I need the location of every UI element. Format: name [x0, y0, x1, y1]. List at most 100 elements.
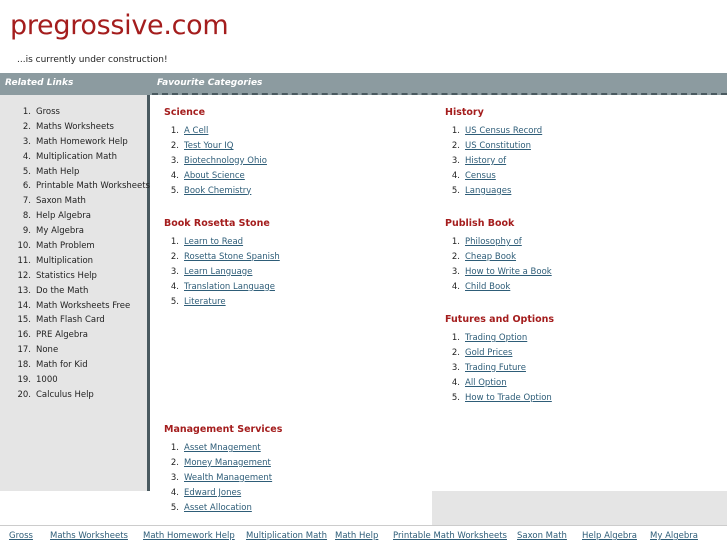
list-item-number: 3. — [170, 472, 179, 483]
category-link[interactable]: Rosetta Stone Spanish — [184, 252, 280, 262]
related-link[interactable]: My Algebra — [36, 226, 84, 236]
category-link[interactable]: US Constitution — [465, 141, 531, 151]
related-link[interactable]: Multiplication Math — [36, 152, 117, 162]
related-link[interactable]: 1000 — [36, 375, 58, 385]
related-link[interactable]: Math Problem — [36, 241, 95, 251]
list-item-number: 19. — [17, 375, 31, 386]
list-item-number: 1. — [22, 107, 31, 117]
related-link[interactable]: Statistics Help — [36, 271, 97, 281]
category-link[interactable]: Trading Future — [465, 363, 526, 373]
category-link[interactable]: How to Trade Option — [465, 393, 552, 403]
category-link[interactable]: Child Book — [465, 282, 510, 292]
list-item-number: 3. — [451, 362, 460, 373]
related-link[interactable]: Gross — [36, 107, 60, 117]
category-link[interactable]: About Science — [184, 171, 245, 181]
related-link[interactable]: Math for Kid — [36, 360, 88, 370]
category-link[interactable]: Cheap Book — [465, 252, 516, 262]
related-link[interactable]: Multiplication — [36, 256, 93, 266]
category-link[interactable]: Learn to Read — [184, 237, 243, 247]
list-item: 2. Gold Prices — [445, 346, 554, 361]
list-item: 6. Printable Math Worksheets — [0, 179, 150, 194]
related-link[interactable]: Calculus Help — [36, 390, 94, 400]
site-tagline: ...is currently under construction! — [17, 55, 168, 65]
list-item-number: 2. — [22, 121, 31, 132]
list-item-number: 11. — [17, 255, 31, 266]
related-link[interactable]: Math Flash Card — [36, 315, 105, 325]
list-item: 5. Asset Allocation — [164, 501, 282, 516]
category-link[interactable]: Census — [465, 171, 496, 181]
list-item: 10. Math Problem — [0, 239, 150, 254]
category-link[interactable]: Asset Allocation — [184, 503, 252, 513]
category-link[interactable]: US Census Record — [465, 126, 542, 136]
related-link[interactable]: Math Help — [36, 167, 79, 177]
list-item-number: 7. — [22, 196, 31, 207]
footer-link[interactable]: My Algebra — [650, 531, 698, 541]
footer-link[interactable]: Math Homework Help — [143, 531, 235, 541]
related-link[interactable]: None — [36, 345, 58, 355]
related-link[interactable]: PRE Algebra — [36, 330, 88, 340]
category-link[interactable]: Edward Jones — [184, 488, 241, 498]
footer-link[interactable]: Printable Math Worksheets — [393, 531, 507, 541]
category-link[interactable]: Asset Mnagement — [184, 443, 261, 453]
favourite-categories-heading: Favourite Categories — [157, 78, 263, 88]
footer-divider — [0, 525, 727, 526]
list-item: 2. Cheap Book — [445, 250, 552, 265]
category-link[interactable]: Gold Prices — [465, 348, 512, 358]
footer-link[interactable]: Math Help — [335, 531, 378, 541]
list-item: 1. US Census Record — [445, 124, 542, 139]
related-links-list: 1. Gross 2. Maths Worksheets 3. Math Homewo… — [0, 105, 150, 403]
category-link[interactable]: Translation Language — [184, 282, 275, 292]
category-title: History — [445, 107, 484, 118]
related-link[interactable]: Math Worksheets Free — [36, 301, 130, 311]
list-item-number: 1. — [451, 126, 460, 136]
list-item-number: 18. — [17, 360, 31, 371]
footer-link[interactable]: Maths Worksheets — [50, 531, 128, 541]
footer-link[interactable]: Gross — [9, 531, 33, 541]
category-link[interactable]: Trading Option — [465, 333, 527, 343]
list-item: 5. Languages — [445, 184, 542, 199]
related-link[interactable]: Maths Worksheets — [36, 122, 114, 132]
category-link[interactable]: Languages — [465, 186, 511, 196]
category-link[interactable]: All Option — [465, 378, 507, 388]
list-item: 4. Census — [445, 169, 542, 184]
list-item: 20. Calculus Help — [0, 388, 150, 403]
list-item: 19. 1000 — [0, 373, 150, 388]
category-futures-and-options: Futures and Options 1. Trading Option 2. G… — [445, 313, 554, 405]
related-link[interactable]: Printable Math Worksheets — [36, 181, 150, 191]
related-link[interactable]: Do the Math — [36, 286, 88, 296]
list-item-number: 6. — [22, 181, 31, 192]
category-book-rosetta-stone: Book Rosetta Stone 1. Learn to Read 2. Ros… — [164, 217, 280, 309]
list-item: 5. How to Trade Option — [445, 391, 554, 406]
category-link[interactable]: Biotechnology Ohio — [184, 156, 267, 166]
category-link[interactable]: History of — [465, 156, 506, 166]
category-link[interactable]: Money Management — [184, 458, 271, 468]
list-item-number: 1. — [451, 237, 460, 247]
category-link[interactable]: Philosophy of — [465, 237, 522, 247]
category-link[interactable]: Learn Language — [184, 267, 252, 277]
list-item: 13. Do the Math — [0, 284, 150, 299]
list-item: 7. Saxon Math — [0, 194, 150, 209]
list-item-number: 5. — [451, 185, 460, 196]
category-link[interactable]: Literature — [184, 297, 226, 307]
favourite-categories-panel: Science 1. A Cell 2. Test Your IQ 3. Biotec… — [153, 95, 727, 525]
list-item: 4. Edward Jones — [164, 486, 282, 501]
category-link[interactable]: Wealth Management — [184, 473, 272, 483]
footer-links: Gross Maths Worksheets Math Homework Hel… — [0, 530, 727, 545]
category-link[interactable]: How to Write a Book — [465, 267, 552, 277]
footer-link[interactable]: Help Algebra — [582, 531, 637, 541]
list-item-number: 3. — [451, 155, 460, 166]
list-item: 2. Test Your IQ — [164, 139, 267, 154]
category-link[interactable]: A Cell — [184, 126, 208, 136]
footer-link[interactable]: Multiplication Math — [246, 531, 327, 541]
footer-link[interactable]: Saxon Math — [517, 531, 567, 541]
list-item: 1. Philosophy of — [445, 235, 552, 250]
list-item: 1. A Cell — [164, 124, 267, 139]
category-link[interactable]: Book Chemistry — [184, 186, 251, 196]
list-item: 3. Math Homework Help — [0, 135, 150, 150]
related-link[interactable]: Saxon Math — [36, 196, 86, 206]
list-item-number: 5. — [170, 185, 179, 196]
related-link[interactable]: Help Algebra — [36, 211, 91, 221]
list-item: 3. Wealth Management — [164, 471, 282, 486]
related-link[interactable]: Math Homework Help — [36, 137, 128, 147]
category-link[interactable]: Test Your IQ — [184, 141, 234, 151]
